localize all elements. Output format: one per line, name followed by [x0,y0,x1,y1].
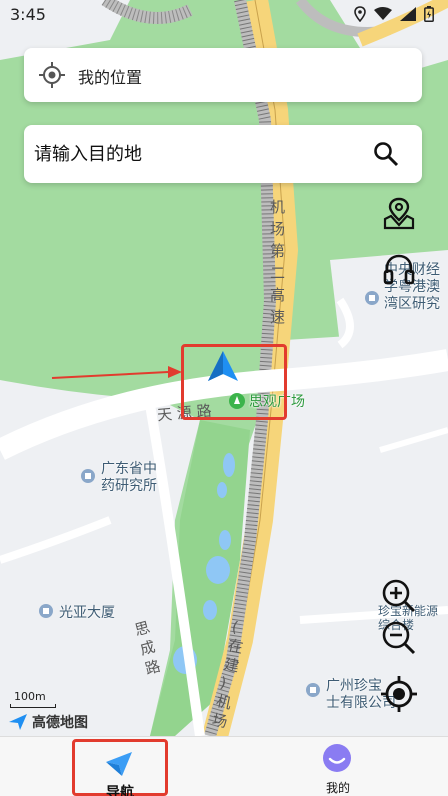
my-location-label: 我的位置 [78,68,143,87]
road-label-airport-expressway: 机 场 第 二 高 速 [270,198,286,326]
battery-icon [424,6,434,22]
scale-label: 100m [14,690,46,703]
destination-input[interactable] [34,140,354,168]
status-icons [354,6,434,22]
poi-pin-icon[interactable] [80,468,96,490]
status-bar: 3:45 [0,0,448,30]
signal-icon [400,7,416,21]
status-time: 3:45 [10,5,46,24]
navigation-arrow-icon[interactable] [206,349,240,385]
tab-navigation[interactable]: 导航 [72,739,168,796]
search-icon[interactable] [372,140,400,168]
poi-pin-icon[interactable] [364,290,380,312]
navigation-tab-icon [106,752,132,776]
destination-card [24,125,422,183]
scale-bar [10,704,56,708]
tab-me[interactable]: 我的 [290,737,386,796]
wifi-icon [374,7,392,20]
poi-building[interactable]: 光亚大厦 [59,605,115,622]
amap-logo-icon [9,714,27,730]
zoom-in-icon[interactable] [381,578,417,614]
bottom-nav: 导航 我的 [0,736,448,796]
my-location-card[interactable]: 我的位置 [24,48,422,102]
route-map-icon[interactable] [381,195,417,231]
tab-navigation-label: 导航 [106,785,134,796]
smile-avatar-icon [323,744,351,772]
poi-pin-icon[interactable] [305,682,321,704]
headset-icon[interactable] [381,251,417,287]
zoom-out-icon[interactable] [381,620,417,656]
poi-tcm-institute[interactable]: 广东省中 药研究所 [101,461,157,495]
map-logo-text: 高德地图 [32,715,88,731]
crosshair-icon [39,62,65,88]
tab-me-label: 我的 [325,781,350,795]
locate-me-icon[interactable] [379,674,419,714]
location-status-icon [354,6,366,22]
map-logo: 高德地图 [8,712,88,732]
poi-pin-icon[interactable] [38,603,54,625]
